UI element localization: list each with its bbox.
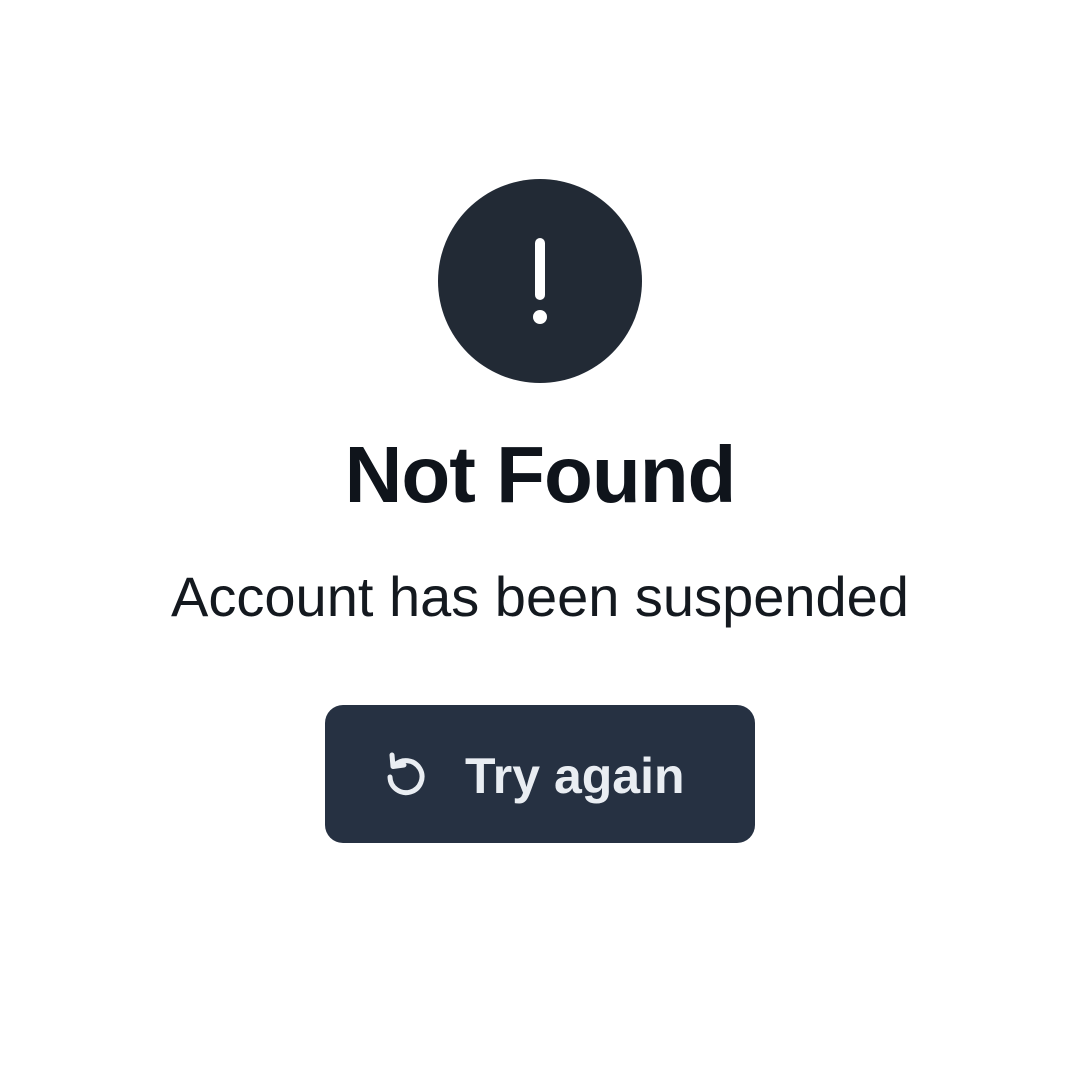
error-message: Account has been suspended xyxy=(171,565,909,628)
refresh-icon xyxy=(387,752,425,796)
exclamation-icon xyxy=(438,179,642,383)
error-title: Not Found xyxy=(344,430,737,519)
error-page: Not Found Account has been suspended Try… xyxy=(0,0,1080,1080)
try-again-label[interactable]: Try again xyxy=(465,740,685,812)
